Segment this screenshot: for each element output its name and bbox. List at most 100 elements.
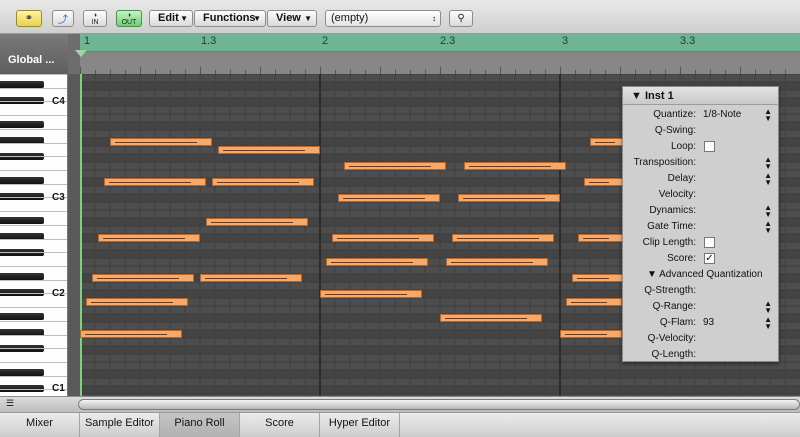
white-key-divider — [0, 115, 67, 117]
disclosure-triangle-icon: ▼ — [631, 90, 642, 102]
panel-title-bar[interactable]: ▼ Inst 1 — [623, 87, 778, 105]
loop-checkbox[interactable] — [704, 141, 715, 152]
piano-keyboard[interactable]: C4 C3 C2 C1 — [0, 74, 68, 396]
white-key-divider — [0, 348, 67, 350]
midi-note[interactable] — [86, 298, 188, 306]
midi-note[interactable] — [218, 146, 320, 154]
black-key[interactable] — [0, 217, 44, 224]
playhead-line — [80, 74, 82, 396]
playhead-marker[interactable] — [75, 50, 87, 57]
track-list-icon[interactable]: ☰ — [6, 398, 26, 410]
midi-note[interactable] — [206, 218, 308, 226]
edit-menu-label: Edit — [158, 12, 179, 24]
clip-length-checkbox[interactable] — [704, 237, 715, 248]
midi-note[interactable] — [104, 178, 206, 186]
ruler-label: 1 — [84, 35, 91, 47]
ruler-tick — [260, 67, 261, 74]
tab-score[interactable]: Score — [240, 413, 320, 437]
stepper-icon[interactable]: ▲ ▼ — [764, 204, 772, 219]
midi-note[interactable] — [566, 298, 622, 306]
grid-left-strip — [68, 74, 80, 396]
ruler-tick — [320, 67, 321, 74]
link-button[interactable]: ⚭ — [16, 10, 42, 27]
q-strength-row[interactable]: Q-Strength: — [623, 283, 778, 299]
horizontal-scrollbar[interactable]: ☰ — [0, 396, 800, 412]
midi-note[interactable] — [344, 162, 446, 170]
region-select[interactable]: (empty) ↕ — [325, 10, 441, 27]
stepper-icon[interactable]: ▲ ▼ — [764, 172, 772, 187]
midi-note[interactable] — [320, 290, 422, 298]
tab-hyper-editor[interactable]: Hyper Editor — [320, 413, 400, 437]
cycle-bar[interactable]: 1 1.3 2 2.3 3 3.3 — [80, 34, 800, 52]
transposition-row[interactable]: Transposition: ▲ ▼ — [623, 155, 778, 171]
advanced-quantization-header[interactable]: ▼ Advanced Quantization — [623, 267, 778, 283]
stepper-icon[interactable]: ▲ ▼ — [764, 316, 772, 331]
midi-in-button[interactable]: ◑ IN — [83, 10, 107, 27]
functions-menu-label: Functions — [203, 12, 256, 24]
stepper-icon[interactable]: ▲ ▼ — [764, 108, 772, 123]
white-key-divider — [0, 142, 67, 144]
white-key-divider — [0, 279, 67, 281]
midi-note[interactable] — [560, 330, 622, 338]
midi-note[interactable] — [446, 258, 548, 266]
updown-icon: ↕ — [432, 14, 436, 23]
dynamics-row[interactable]: Dynamics: ▲ ▼ — [623, 203, 778, 219]
midi-note[interactable] — [584, 178, 624, 186]
stepper-icon[interactable]: ▲ ▼ — [764, 156, 772, 171]
delay-row[interactable]: Delay: ▲ ▼ — [623, 171, 778, 187]
white-key-divider — [0, 224, 67, 226]
tab-sample-editor[interactable]: Sample Editor — [80, 413, 160, 437]
midi-note[interactable] — [98, 234, 200, 242]
ruler-tick — [380, 67, 381, 74]
loop-label: Loop: — [670, 141, 696, 152]
ruler-tick — [560, 67, 561, 74]
midi-note[interactable] — [464, 162, 566, 170]
white-key-divider — [0, 362, 67, 363]
pointer-icon: ⤴ — [58, 15, 68, 26]
midi-note[interactable] — [332, 234, 434, 242]
midi-note[interactable] — [338, 194, 440, 202]
midi-note[interactable] — [92, 274, 194, 282]
midi-note[interactable] — [110, 138, 212, 146]
velocity-row[interactable]: Velocity: — [623, 187, 778, 203]
q-length-row[interactable]: Q-Length: — [623, 347, 778, 363]
q-swing-label: Q-Swing: — [654, 125, 696, 136]
white-key-divider — [0, 156, 67, 158]
black-key[interactable] — [0, 121, 44, 128]
gate-time-row[interactable]: Gate Time: ▲ ▼ — [623, 219, 778, 235]
midi-note[interactable] — [440, 314, 542, 322]
quantize-row[interactable]: Quantize: 1/8-Note ▲ ▼ — [623, 107, 778, 123]
clip-length-row: Clip Length: — [623, 235, 778, 251]
global-tracks-header[interactable]: Global ... — [0, 34, 68, 74]
black-key[interactable] — [0, 313, 44, 320]
edit-menu[interactable]: Edit ▼ — [149, 10, 193, 27]
midi-out-button[interactable]: ◑ OUT — [116, 10, 142, 27]
tab-mixer[interactable]: Mixer — [0, 413, 80, 437]
functions-menu[interactable]: Functions ▼ — [194, 10, 266, 27]
midi-note[interactable] — [326, 258, 428, 266]
stepper-icon[interactable]: ▲ ▼ — [764, 220, 772, 235]
chevron-down-icon: ▼ — [304, 14, 312, 23]
midi-note[interactable] — [200, 274, 302, 282]
view-menu[interactable]: View ▼ — [267, 10, 317, 27]
loop-row: Loop: — [623, 139, 778, 155]
midi-note[interactable] — [572, 274, 624, 282]
score-checkbox[interactable]: ✓ — [704, 253, 715, 264]
q-flam-row[interactable]: Q-Flam: 93 ▲ ▼ — [623, 315, 778, 331]
bar-ruler[interactable]: 1 1.3 2 2.3 3 3.3 — [68, 34, 800, 74]
midi-note[interactable] — [578, 234, 624, 242]
q-velocity-row[interactable]: Q-Velocity: — [623, 331, 778, 347]
midi-note[interactable] — [212, 178, 314, 186]
tab-piano-roll[interactable]: Piano Roll — [160, 413, 240, 437]
scroll-thumb[interactable] — [78, 399, 800, 410]
midi-note[interactable] — [458, 194, 560, 202]
pointer-tool-button[interactable]: ⤴ — [52, 10, 74, 27]
ruler-tick — [680, 67, 681, 74]
midi-note[interactable] — [80, 330, 182, 338]
q-range-row[interactable]: Q-Range: ▲ ▼ — [623, 299, 778, 315]
stepper-icon[interactable]: ▲ ▼ — [764, 300, 772, 315]
q-swing-row[interactable]: Q-Swing: — [623, 123, 778, 139]
search-button[interactable]: ⚲ — [449, 10, 473, 27]
midi-note[interactable] — [452, 234, 554, 242]
search-icon: ⚲ — [457, 13, 465, 24]
